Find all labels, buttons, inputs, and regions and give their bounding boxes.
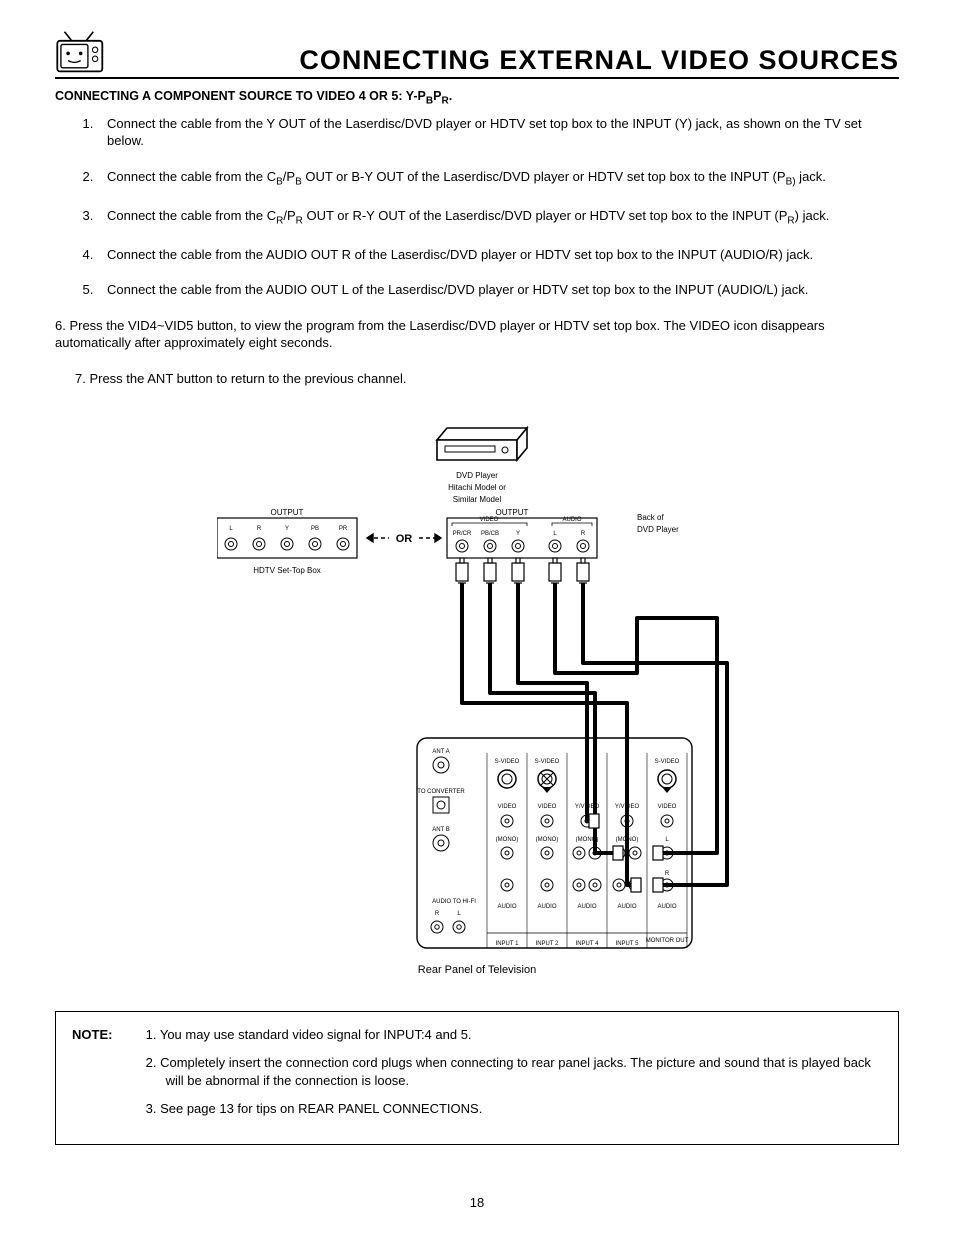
note-label: NOTE: [72,1026,142,1044]
port-label: INPUT 2 [536,941,560,947]
page-title: CONNECTING EXTERNAL VIDEO SOURCES [55,45,899,79]
section-head-text: CONNECTING A COMPONENT SOURCE TO VIDEO 4… [55,89,426,103]
diagram-or-label: OR [396,533,413,545]
subscript: R [441,96,448,107]
step-4: Connect the cable from the AUDIO OUT R o… [97,246,899,264]
note-box: NOTE: 1. You may use standard video sign… [55,1011,899,1146]
port-label: PB/CB [481,531,499,537]
step-2: Connect the cable from the CB/PB OUT or … [97,168,899,189]
text: Connect the cable from the C [107,169,276,184]
port-label: ANT B [432,827,450,833]
port-label: AUDIO [657,904,676,910]
page-number: 18 [0,1195,954,1210]
subscript: R [296,215,303,226]
port-label: PR [339,526,348,532]
port-label: PR/CR [453,531,472,537]
port-label: S-VIDEO [535,759,560,765]
section-heading: CONNECTING A COMPONENT SOURCE TO VIDEO 4… [55,89,899,107]
port-label: TO CONVERTER [417,789,465,795]
port-label: Y [516,531,520,537]
port-label: R [665,871,670,877]
port-label: S-VIDEO [495,759,520,765]
port-label: INPUT 1 [496,941,520,947]
tv-logo-icon [55,30,110,75]
text: OUT or B-Y OUT of the Laserdisc/DVD play… [302,169,786,184]
port-label: ANT A [432,749,449,755]
section-head-text: . [449,89,452,103]
port-label: INPUT 4 [576,941,600,947]
text: OUT or R-Y OUT of the Laserdisc/DVD play… [303,208,788,223]
diagram-label: OUTPUT [496,508,529,517]
port-label: VIDEO [658,804,677,810]
text: /P [283,169,295,184]
text: Connect the cable from the C [107,208,276,223]
port-label: VIDEO [498,804,517,810]
diagram-label: HDTV Set-Top Box [253,566,321,575]
instruction-list: Connect the cable from the Y OUT of the … [55,115,899,299]
subscript: B [276,176,283,187]
port-label: R [581,531,586,537]
connection-diagram: DVD Player Hitachi Model or Similar Mode… [55,418,899,981]
port-label: MONITOR OUT [646,938,689,944]
port-label: (MONO) [536,837,559,843]
port-group-label: VIDEO [480,517,499,523]
port-label: AUDIO [577,904,596,910]
text: ) jack. [795,208,830,223]
port-label: R [257,526,262,532]
subscript: B) [786,176,796,187]
port-label: AUDIO [617,904,636,910]
port-label: L [665,837,669,843]
text: /P [283,208,295,223]
port-label: Y [285,526,289,532]
note-item-3: 3. See page 13 for tips on REAR PANEL CO… [146,1100,876,1118]
port-label: AUDIO [497,904,516,910]
diagram-label: OUTPUT [271,508,304,517]
step-7: 7. Press the ANT button to return to the… [55,370,899,388]
port-label: INPUT 5 [616,941,640,947]
note-item-1: 1. You may use standard video signal for… [146,1026,876,1044]
step-1: Connect the cable from the Y OUT of the … [97,115,899,150]
port-label: L [229,526,233,532]
subscript: B [295,176,302,187]
text: jack. [796,169,826,184]
diagram-label: Back of [637,513,664,522]
port-label: R [435,911,440,917]
diagram-label: DVD Player [456,471,498,480]
port-label: (MONO) [496,837,519,843]
step-6: 6. Press the VID4~VID5 button, to view t… [55,317,899,352]
diagram-label: DVD Player [637,525,679,534]
port-label: VIDEO [538,804,557,810]
subscript: R [787,215,794,226]
port-group-label: AUDIO [562,517,581,523]
port-label: PB [311,526,319,532]
step-3: Connect the cable from the CR/PR OUT or … [97,207,899,228]
diagram-label: Similar Model [453,495,502,504]
diagram-label: Hitachi Model or [448,483,506,492]
diagram-caption: Rear Panel of Television [418,964,536,976]
port-label: AUDIO [537,904,556,910]
port-label: L [553,531,557,537]
note-item-2: 2. Completely insert the connection cord… [146,1054,876,1090]
port-label: L [457,911,461,917]
port-label: S-VIDEO [655,759,680,765]
port-label: AUDIO TO HI-FI [432,899,476,905]
note-content: 1. You may use standard video signal for… [146,1026,876,1129]
step-5: Connect the cable from the AUDIO OUT L o… [97,281,899,299]
